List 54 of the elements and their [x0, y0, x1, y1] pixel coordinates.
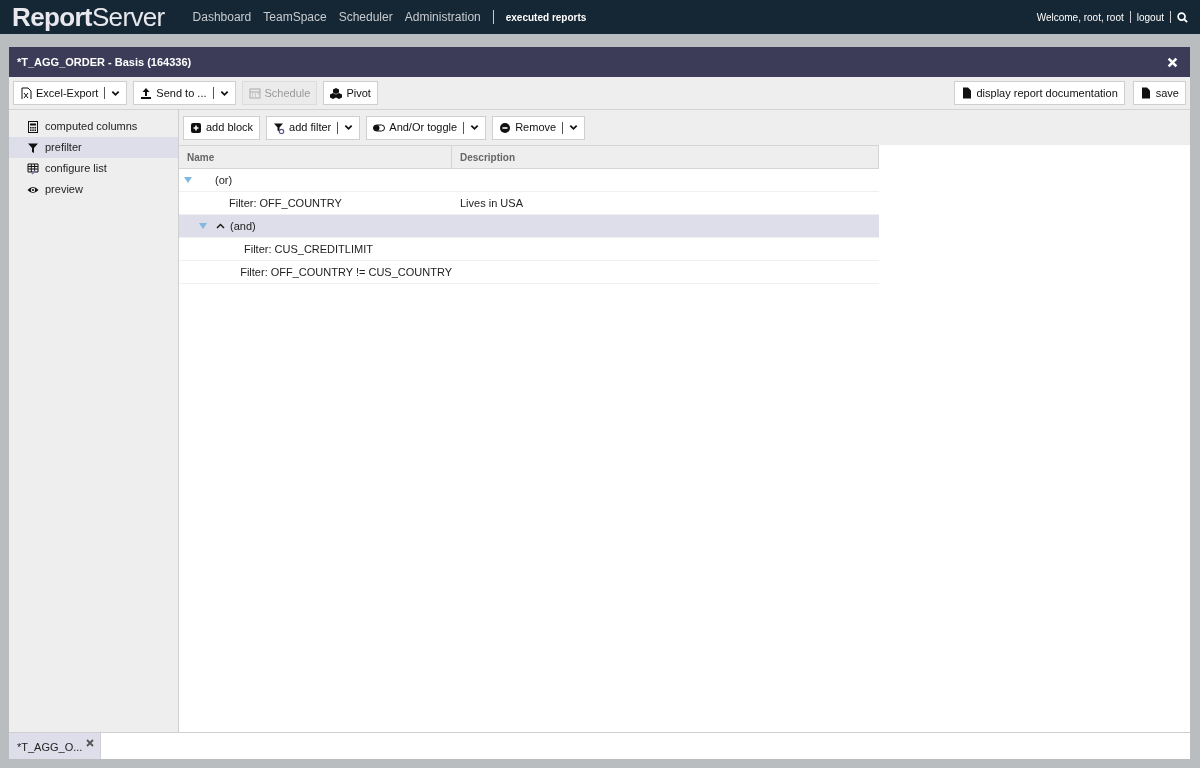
- tree-label: Filter: OFF_COUNTRY: [229, 195, 342, 211]
- tree-label: (and): [230, 218, 256, 234]
- upload-icon: [140, 87, 153, 99]
- tree-label: Filter: OFF_COUNTRY != CUS_COUNTRY: [240, 264, 452, 280]
- welcome-text: Welcome, root, root: [1036, 10, 1124, 25]
- tree-row[interactable]: Filter: OFF_COUNTRY != CUS_COUNTRY: [179, 261, 879, 284]
- sidebar-item[interactable]: computed columns: [9, 116, 178, 137]
- report-tab[interactable]: *T_AGG_O...: [9, 733, 101, 759]
- toolbar-button[interactable]: save: [1132, 81, 1186, 105]
- executed-reports-link[interactable]: executed reports: [505, 9, 587, 25]
- filter-plus-icon: [273, 121, 286, 134]
- toggle-icon: [373, 121, 386, 134]
- toolbar-button[interactable]: Pivot: [323, 81, 378, 105]
- logo[interactable]: ReportServer: [12, 4, 165, 30]
- logout-link[interactable]: logout: [1136, 9, 1164, 25]
- toolbar-button[interactable]: Send to ...: [133, 81, 236, 105]
- tree-label: Filter: CUS_CREDITLIMIT: [244, 241, 373, 257]
- toolbar-button[interactable]: add filter: [266, 115, 361, 140]
- tree-label: (or): [215, 172, 233, 188]
- tree-row[interactable]: Filter: CUS_CREDITLIMIT: [179, 238, 879, 261]
- caret-up-icon: [216, 223, 225, 229]
- calendar-icon: [248, 87, 261, 99]
- nav-link[interactable]: Dashboard: [192, 8, 252, 26]
- toolbar-button[interactable]: And/Or toggle: [366, 115, 487, 140]
- minus-icon: [499, 121, 512, 134]
- plus-icon: [190, 121, 202, 134]
- sidebar-item[interactable]: configure list: [9, 158, 178, 179]
- chevron-down-icon[interactable]: [344, 123, 354, 132]
- description-cell-text: Lives in USA: [459, 195, 524, 211]
- toolbar-button[interactable]: display report documentation: [953, 81, 1125, 105]
- filter-icon: [27, 141, 39, 154]
- chevron-down-icon[interactable]: [569, 123, 579, 132]
- table-pencil-icon: [27, 162, 39, 175]
- close-icon[interactable]: [86, 739, 95, 747]
- search-icon[interactable]: [1177, 11, 1188, 23]
- sidebar-item[interactable]: preview: [9, 179, 178, 200]
- file-icon: [960, 87, 973, 99]
- toolbar-button[interactable]: Excel-Export: [13, 81, 128, 105]
- window-title: *T_AGG_ORDER - Basis (164336): [17, 54, 192, 70]
- toolbar-button[interactable]: add block: [183, 115, 261, 140]
- column-header[interactable]: Name: [179, 146, 452, 168]
- tree-row[interactable]: (or): [179, 169, 879, 192]
- file-icon: [1139, 87, 1152, 99]
- document-x-icon: [20, 87, 32, 99]
- sidebar-item[interactable]: prefilter: [9, 137, 178, 158]
- nav-link[interactable]: Scheduler: [338, 8, 393, 26]
- toolbar-button[interactable]: Remove: [492, 115, 586, 140]
- tree-row[interactable]: (and): [179, 215, 879, 238]
- nav-link[interactable]: Administration: [404, 8, 481, 26]
- column-header[interactable]: Description: [452, 146, 879, 168]
- nav-link[interactable]: TeamSpace: [263, 8, 327, 26]
- calculator-icon: [27, 120, 39, 133]
- chevron-down-icon[interactable]: [470, 123, 480, 132]
- cubes-icon: [330, 87, 343, 99]
